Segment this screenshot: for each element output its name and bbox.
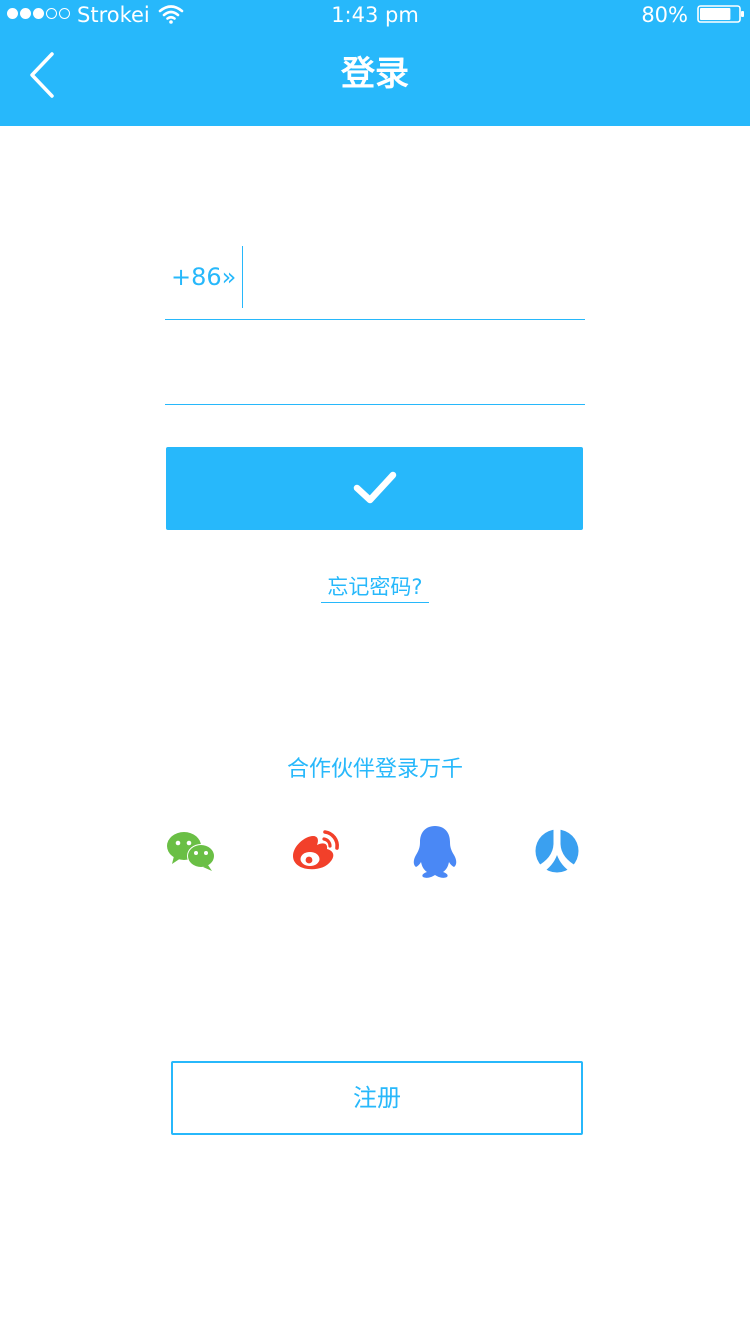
password-input[interactable] <box>171 342 581 394</box>
status-time: 1:43 pm <box>331 3 419 27</box>
wechat-icon <box>167 832 215 871</box>
page-title: 登录 <box>341 54 409 94</box>
field-divider <box>242 246 243 308</box>
status-bar: Strokei 1:43 pm 80% <box>0 0 750 30</box>
partner-login-label: 合作伙伴登录万千 <box>286 757 463 782</box>
phone-input[interactable] <box>251 254 581 306</box>
register-button[interactable]: 注册 <box>171 1061 583 1135</box>
password-field-row <box>165 330 585 405</box>
weibo-login-button[interactable] <box>285 822 345 882</box>
country-code-selector[interactable]: +86» <box>171 259 236 295</box>
battery-percentage: 80% <box>641 3 688 27</box>
renren-icon <box>535 828 579 873</box>
checkmark-icon <box>353 471 397 504</box>
qq-icon <box>413 826 457 878</box>
qq-login-button[interactable] <box>405 822 465 882</box>
login-submit-button[interactable] <box>166 447 583 530</box>
wechat-login-button[interactable] <box>162 822 222 882</box>
renren-login-button[interactable] <box>527 822 587 882</box>
forgot-password-link[interactable]: 忘记密码? <box>321 572 429 603</box>
weibo-icon <box>293 830 339 870</box>
nav-bar: Strokei 1:43 pm 80% 登录 <box>0 0 750 126</box>
battery-icon <box>697 5 744 23</box>
phone-field-row: +86» <box>165 244 585 320</box>
